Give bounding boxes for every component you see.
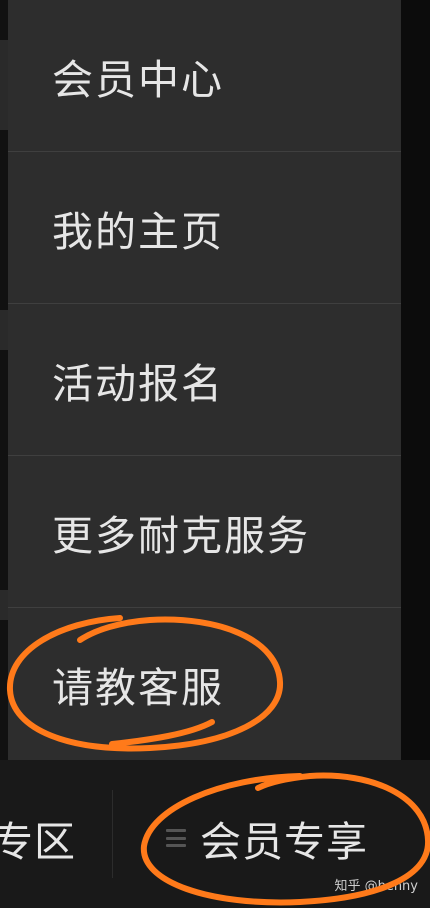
menu-item-member-center[interactable]: 会员中心 (8, 0, 401, 152)
menu-item-ask-customer-service[interactable]: 请教客服 (8, 608, 401, 760)
menu-item-label: 会员中心 (52, 55, 224, 104)
menu-item-my-homepage[interactable]: 我的主页 (8, 152, 401, 304)
tab-divider (112, 790, 113, 878)
hamburger-icon (166, 827, 186, 849)
screen: 会员中心 我的主页 活动报名 更多耐克服务 请教客服 专区 会员专享 知乎 @b… (0, 0, 430, 908)
menu-item-label: 我的主页 (52, 207, 224, 256)
tab-label: 会员专享 (200, 818, 368, 866)
popup-menu: 会员中心 我的主页 活动报名 更多耐克服务 请教客服 (8, 0, 401, 760)
menu-item-label: 请教客服 (52, 664, 224, 712)
watermark: 知乎 @benny (334, 879, 418, 894)
menu-item-label: 更多耐克服务 (52, 511, 310, 560)
background-strip (0, 590, 8, 620)
background-right-edge (400, 0, 430, 760)
menu-item-event-signup[interactable]: 活动报名 (8, 304, 401, 456)
menu-item-more-nike-services[interactable]: 更多耐克服务 (8, 456, 401, 608)
tab-zone[interactable]: 专区 (0, 808, 76, 868)
tab-member-exclusive[interactable]: 会员专享 (166, 808, 368, 868)
background-strip (0, 310, 8, 350)
background-strip (0, 40, 8, 130)
menu-item-label: 活动报名 (52, 359, 224, 408)
